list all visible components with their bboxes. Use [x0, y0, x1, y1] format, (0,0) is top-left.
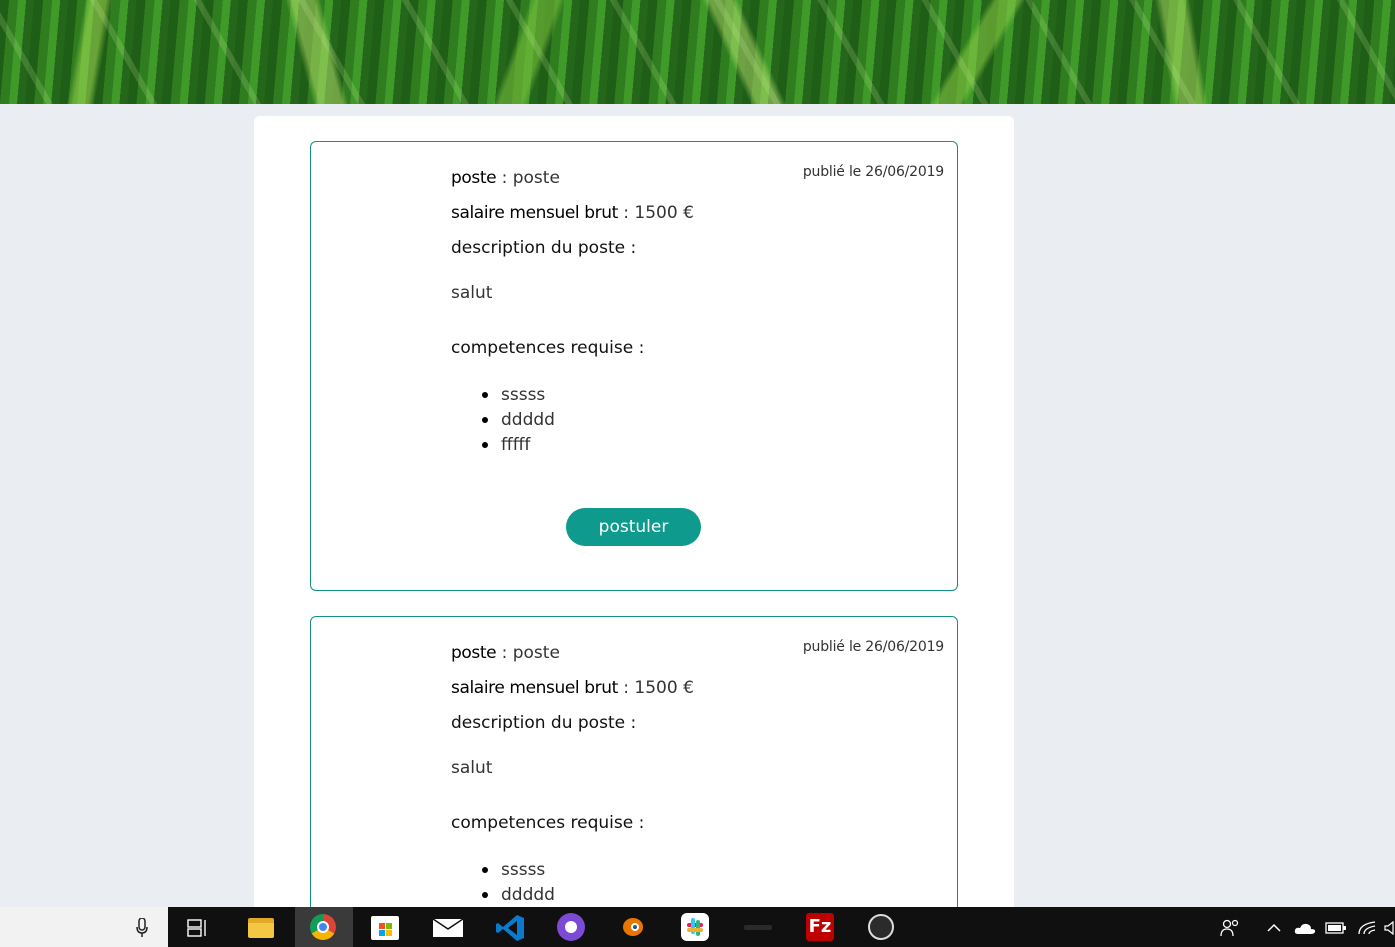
app-icon[interactable] — [744, 925, 772, 930]
competence-item: fffff — [482, 434, 555, 459]
taskbar-search-box[interactable] — [0, 907, 168, 947]
people-icon[interactable] — [1220, 919, 1240, 937]
main-content: publié le 26/06/2019 poste : poste salai… — [254, 116, 1014, 936]
header-banner-grass — [0, 0, 1395, 104]
poste-label: poste — [451, 168, 497, 188]
competence-item: sssss — [482, 859, 555, 884]
salaire-label: salaire mensuel brut — [451, 678, 618, 698]
salaire-label: salaire mensuel brut — [451, 203, 618, 223]
filezilla-icon[interactable]: Fz — [806, 913, 834, 941]
onedrive-icon[interactable] — [1294, 922, 1316, 934]
competences-label: competences requise : — [451, 813, 645, 833]
file-explorer-icon[interactable] — [248, 918, 274, 938]
slack-icon[interactable] — [681, 913, 709, 941]
blender-icon[interactable] — [619, 916, 647, 938]
competences-label: competences requise : — [451, 338, 645, 358]
publish-date: publié le 26/06/2019 — [802, 164, 944, 180]
mail-icon[interactable] — [433, 919, 463, 937]
poste-value: poste — [512, 643, 560, 663]
salaire-value: 1500 € — [634, 203, 694, 223]
volume-icon[interactable] — [1384, 921, 1395, 935]
poste-row: poste : poste — [451, 168, 560, 188]
salaire-row: salaire mensuel brut : 1500 € — [451, 678, 694, 698]
microphone-icon[interactable] — [136, 918, 148, 938]
salaire-row: salaire mensuel brut : 1500 € — [451, 203, 694, 223]
obs-icon[interactable] — [868, 914, 894, 940]
job-offer-card: publié le 26/06/2019 poste : poste salai… — [310, 616, 958, 936]
job-offer-card: publié le 26/06/2019 poste : poste salai… — [310, 141, 958, 591]
description-text: salut — [451, 283, 493, 303]
salaire-value: 1500 € — [634, 678, 694, 698]
windows-taskbar: Fz — [0, 907, 1395, 947]
store-icon[interactable] — [371, 916, 399, 940]
vscode-icon[interactable] — [495, 914, 525, 942]
chevron-up-icon[interactable] — [1267, 923, 1281, 932]
description-label: description du poste : — [451, 713, 637, 733]
poste-row: poste : poste — [451, 643, 560, 663]
task-view-icon[interactable] — [187, 919, 209, 937]
competences-list: sssss ddddd — [482, 859, 555, 909]
poste-label: poste — [451, 643, 497, 663]
publish-date: publié le 26/06/2019 — [802, 639, 944, 655]
competence-item: sssss — [482, 384, 555, 409]
github-desktop-icon[interactable] — [557, 913, 585, 941]
competence-item: ddddd — [482, 409, 555, 434]
competences-list: sssss ddddd fffff — [482, 384, 555, 459]
poste-value: poste — [512, 168, 560, 188]
wifi-icon[interactable] — [1357, 920, 1377, 936]
battery-icon[interactable] — [1325, 921, 1347, 935]
description-label: description du poste : — [451, 238, 637, 258]
chrome-icon[interactable] — [310, 914, 336, 940]
description-text: salut — [451, 758, 493, 778]
competence-item: ddddd — [482, 884, 555, 909]
postuler-button[interactable]: postuler — [566, 508, 701, 546]
